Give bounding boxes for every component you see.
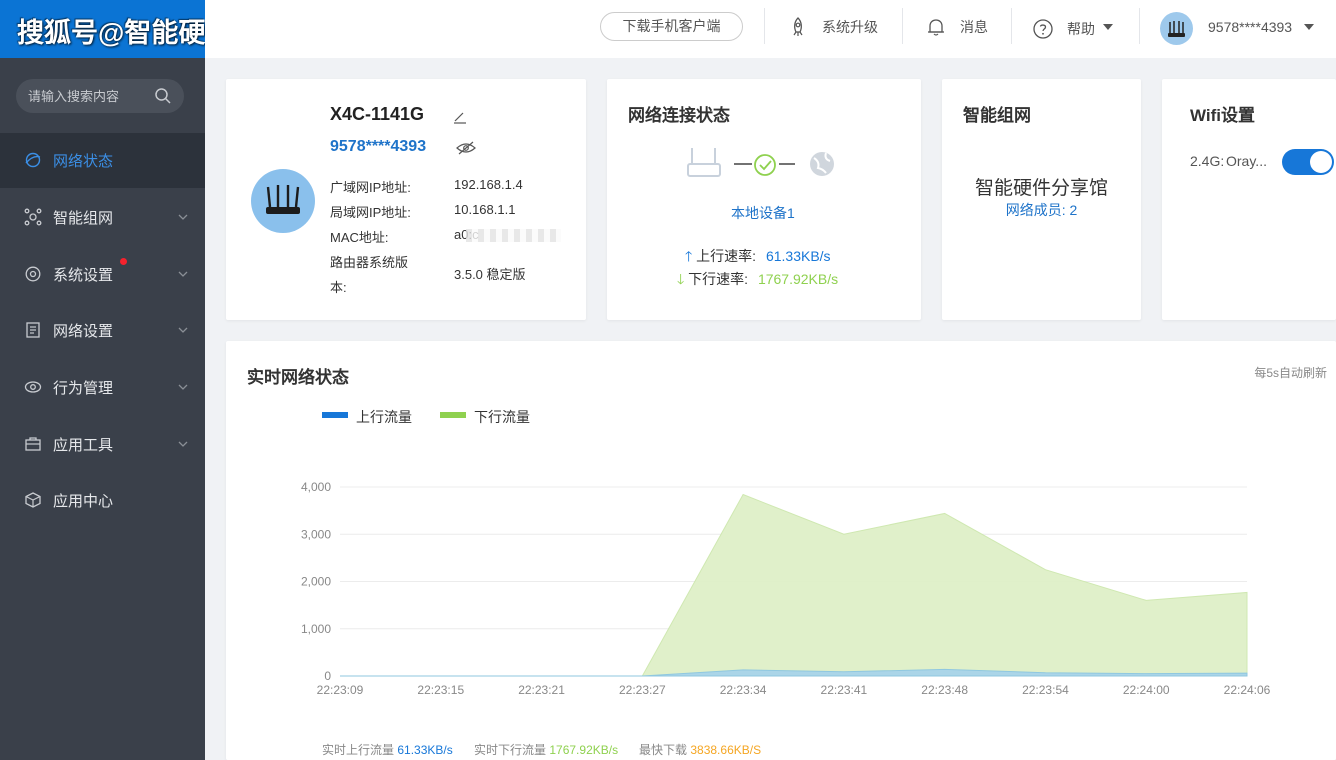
x-tick-label: 22:23:48	[921, 683, 968, 697]
x-tick-label: 22:23:54	[1022, 683, 1069, 697]
y-tick-label: 2,000	[301, 575, 331, 589]
footer-down-stat: 实时下行流量 1767.92KB/s	[474, 741, 618, 758]
footer-up-stat: 实时上行流量 61.33KB/s	[322, 741, 453, 758]
footer-max-label: 最快下载	[639, 743, 688, 757]
x-tick-label: 22:23:34	[720, 683, 767, 697]
footer-up-value: 61.33KB/s	[397, 743, 453, 757]
x-tick-label: 22:23:09	[317, 683, 364, 697]
traffic-chart: 0 1,000 2,000 3,000 4,000 22:23:09 22:23:15 22:…	[301, 480, 1271, 697]
x-tick-label: 22:24:06	[1224, 683, 1271, 697]
x-tick-label: 22:23:21	[518, 683, 565, 697]
x-tick-label: 22:23:27	[619, 683, 666, 697]
y-tick-label: 3,000	[301, 527, 331, 541]
x-tick-label: 22:23:15	[417, 683, 464, 697]
footer-max-value: 3838.66KB/S	[690, 743, 762, 757]
series-area-down	[340, 493, 1248, 677]
y-tick-label: 0	[324, 669, 331, 683]
y-tick-label: 4,000	[301, 480, 331, 494]
footer-down-value: 1767.92KB/s	[549, 743, 619, 757]
footer-down-label: 实时下行流量	[474, 743, 547, 757]
x-tick-label: 22:24:00	[1123, 683, 1170, 697]
x-tick-label: 22:23:41	[821, 683, 868, 697]
footer-max-stat: 最快下载 3838.66KB/S	[639, 741, 761, 758]
footer-up-label: 实时上行流量	[322, 743, 395, 757]
y-tick-label: 1,000	[301, 622, 331, 636]
